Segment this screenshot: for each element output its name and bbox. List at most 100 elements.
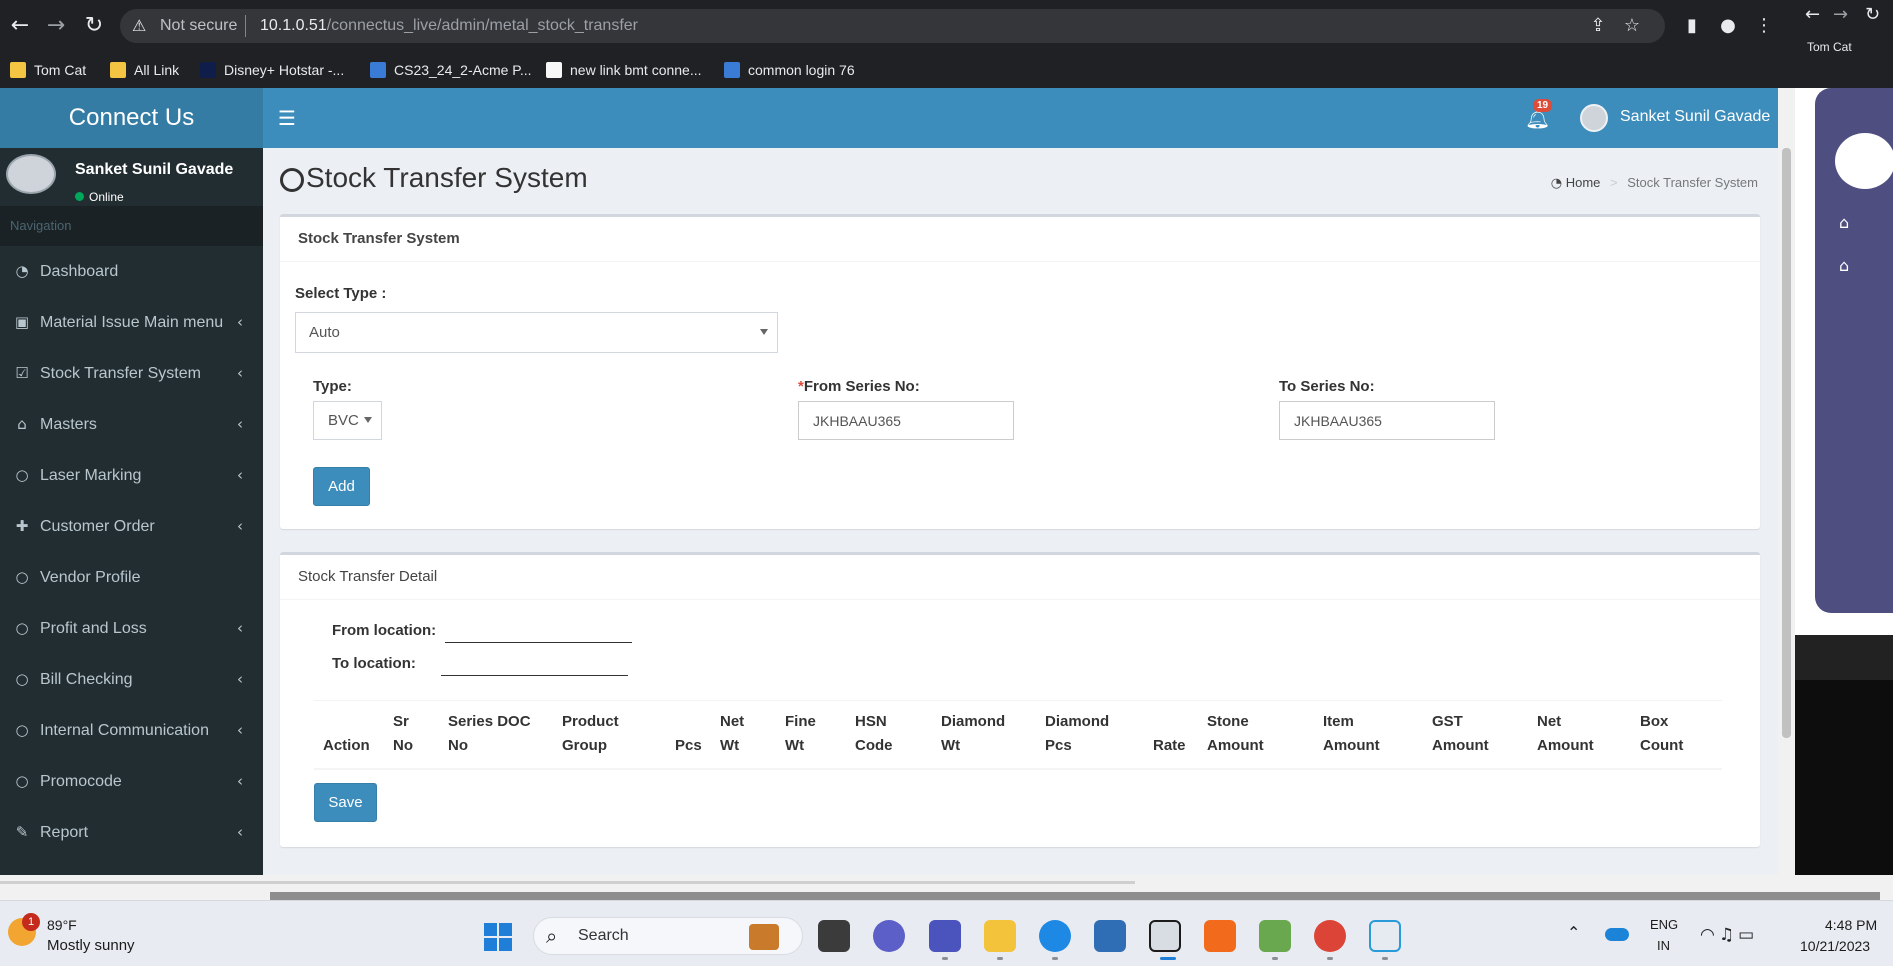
windows-start-icon[interactable] <box>484 923 512 951</box>
language-indicator[interactable]: ENG <box>1650 917 1678 932</box>
sidebar-item-bill-checking[interactable]: ○ Bill Checking ‹ <box>0 654 263 705</box>
chat-icon[interactable] <box>873 920 905 952</box>
share-icon[interactable]: ⇪ <box>1586 14 1610 38</box>
star-icon[interactable]: ☆ <box>1620 14 1644 38</box>
to-series-input[interactable]: JKHBAAU365 <box>1279 401 1495 440</box>
onedrive-icon[interactable] <box>1605 928 1629 941</box>
bookmark-tom-cat[interactable]: Tom Cat <box>10 60 86 80</box>
from-series-input[interactable]: JKHBAAU365 <box>798 401 1014 440</box>
page-title: Stock Transfer System <box>306 162 588 193</box>
column-header-line1: Item <box>1323 712 1354 730</box>
to-location-label: To location: <box>332 655 416 672</box>
sidebar-item-label: Laser Marking <box>40 467 142 484</box>
online-dot-icon <box>75 192 84 201</box>
top-user-name[interactable]: Sanket Sunil Gavade <box>1620 108 1770 126</box>
vnc-viewer-icon[interactable] <box>1149 920 1181 952</box>
weather-temperature[interactable]: 89°F <box>47 917 77 933</box>
bookmark-common-login[interactable]: common login 76 <box>724 60 855 80</box>
add-button[interactable]: Add <box>313 467 370 506</box>
to-series-value: JKHBAAU365 <box>1294 413 1382 429</box>
select-type-dropdown[interactable]: Auto <box>295 312 778 353</box>
vertical-scrollbar[interactable] <box>1778 88 1795 875</box>
browser-chrome: ← → ↻ ⚠ Not secure 10.1.0.51/connectus_l… <box>0 0 1795 88</box>
scrollbar-thumb[interactable] <box>1782 148 1791 738</box>
snipping-tool-icon[interactable] <box>1369 920 1401 952</box>
from-location-label: From location: <box>332 622 437 639</box>
clock-date[interactable]: 10/21/2023 <box>1800 938 1870 954</box>
profile-icon[interactable]: ● <box>1716 14 1740 38</box>
xampp-icon[interactable] <box>1204 920 1236 952</box>
type-dropdown[interactable]: BVC <box>313 401 382 440</box>
horizontal-scrollbar[interactable] <box>0 875 1893 900</box>
sidebar-item-stock-transfer[interactable]: ☑ Stock Transfer System ‹ <box>0 348 263 399</box>
sidebar-item-label: Internal Communication <box>40 722 209 739</box>
url-host: 10.1.0.51 <box>260 17 327 34</box>
taskbar: 1 89°F Mostly sunny ⌕ Search ⌃ ENG IN ◠♫… <box>0 900 1893 966</box>
chevron-left-icon: ‹ <box>237 619 243 637</box>
column-header: Series DOC No <box>439 700 553 770</box>
sidebar-item-customer-order[interactable]: ✚ Customer Order ‹ <box>0 501 263 552</box>
forward-icon[interactable]: → <box>42 12 70 40</box>
running-indicator <box>1327 957 1333 960</box>
teams-icon[interactable] <box>929 920 961 952</box>
bookmark-cs23[interactable]: CS23_24_2-Acme P... <box>370 60 532 80</box>
region-indicator[interactable]: IN <box>1657 938 1670 953</box>
back-icon[interactable]: ← <box>1805 4 1820 25</box>
url-text: 10.1.0.51/connectus_live/admin/metal_sto… <box>260 17 638 35</box>
image-editor-icon[interactable] <box>1259 920 1291 952</box>
avatar <box>6 154 56 194</box>
back-icon[interactable]: ← <box>6 12 34 40</box>
clipboard-icon <box>1835 133 1893 189</box>
sidebar-item-vendor-profile[interactable]: ○ Vendor Profile <box>0 552 263 603</box>
reload-icon[interactable]: ↻ <box>80 12 108 40</box>
running-indicator <box>1272 957 1278 960</box>
reload-icon[interactable]: ↻ <box>1865 4 1880 25</box>
wifi-volume-battery-icon[interactable]: ◠♫▭ <box>1700 925 1758 945</box>
scrollbar-thumb[interactable] <box>270 892 1880 900</box>
brand-logo[interactable]: Connect Us <box>0 88 263 148</box>
chevron-up-icon[interactable]: ⌃ <box>1567 923 1580 942</box>
bookmark-all-link[interactable]: All Link <box>110 60 179 80</box>
column-header: Diamond Wt <box>932 700 1036 770</box>
circle-icon: ○ <box>15 619 29 637</box>
sidebar-item-label: Stock Transfer System <box>40 365 201 382</box>
from-location-field[interactable] <box>445 642 632 643</box>
menu-kebab-icon[interactable]: ⋮ <box>1752 14 1776 38</box>
avatar[interactable] <box>1580 104 1608 132</box>
weather-description[interactable]: Mostly sunny <box>47 937 135 954</box>
briefcase-icon <box>749 924 779 950</box>
running-indicator <box>942 957 948 960</box>
sidebar-item-laser-marking[interactable]: ○ Laser Marking ‹ <box>0 450 263 501</box>
hamburger-menu-icon[interactable]: ☰ <box>278 106 296 130</box>
task-view-icon[interactable] <box>818 920 850 952</box>
column-header-line2: Pcs <box>1045 736 1072 754</box>
sidebar-item-profit-loss[interactable]: ○ Profit and Loss ‹ <box>0 603 263 654</box>
column-header-line1: Box <box>1640 712 1669 730</box>
sidebar-item-internal-communication[interactable]: ○ Internal Communication ‹ <box>0 705 263 756</box>
sidebar-item-dashboard[interactable]: ◔ Dashboard <box>0 246 263 297</box>
column-header-line1: Net <box>720 712 745 730</box>
address-bar[interactable]: ⚠ Not secure 10.1.0.51/connectus_live/ad… <box>120 9 1665 43</box>
circle-icon: ○ <box>15 568 29 586</box>
sidebar-item-promocode[interactable]: ○ Promocode ‹ <box>0 756 263 807</box>
from-series-label-text: From Series No: <box>803 378 920 395</box>
to-location-field[interactable] <box>441 675 628 676</box>
remote-desktop-icon[interactable] <box>1094 920 1126 952</box>
sidebar-item-masters[interactable]: ⌂ Masters ‹ <box>0 399 263 450</box>
chevron-left-icon: ‹ <box>237 466 243 484</box>
bookmark-bmt[interactable]: new link bmt conne... <box>546 60 702 80</box>
clock-time[interactable]: 4:48 PM <box>1825 917 1877 933</box>
breadcrumb-home[interactable]: Home <box>1566 175 1601 190</box>
bookmark-tom-cat[interactable]: Tom Cat <box>1807 40 1852 54</box>
side-panel-icon[interactable]: ▮ <box>1680 14 1704 38</box>
sidebar-item-material-issue[interactable]: ▣ Material Issue Main menu ‹ <box>0 297 263 348</box>
home-icon: ⌂ <box>17 415 27 433</box>
phone-icon[interactable] <box>1039 920 1071 952</box>
save-button[interactable]: Save <box>314 783 377 822</box>
sidebar-item-report[interactable]: ✎ Report ‹ <box>0 807 263 858</box>
taskbar-search[interactable]: ⌕ Search <box>533 917 803 955</box>
file-explorer-icon[interactable] <box>984 920 1016 952</box>
bookmark-hotstar[interactable]: Disney+ Hotstar -... <box>200 60 344 80</box>
forward-icon[interactable]: → <box>1833 4 1848 25</box>
chrome-icon[interactable] <box>1314 920 1346 952</box>
